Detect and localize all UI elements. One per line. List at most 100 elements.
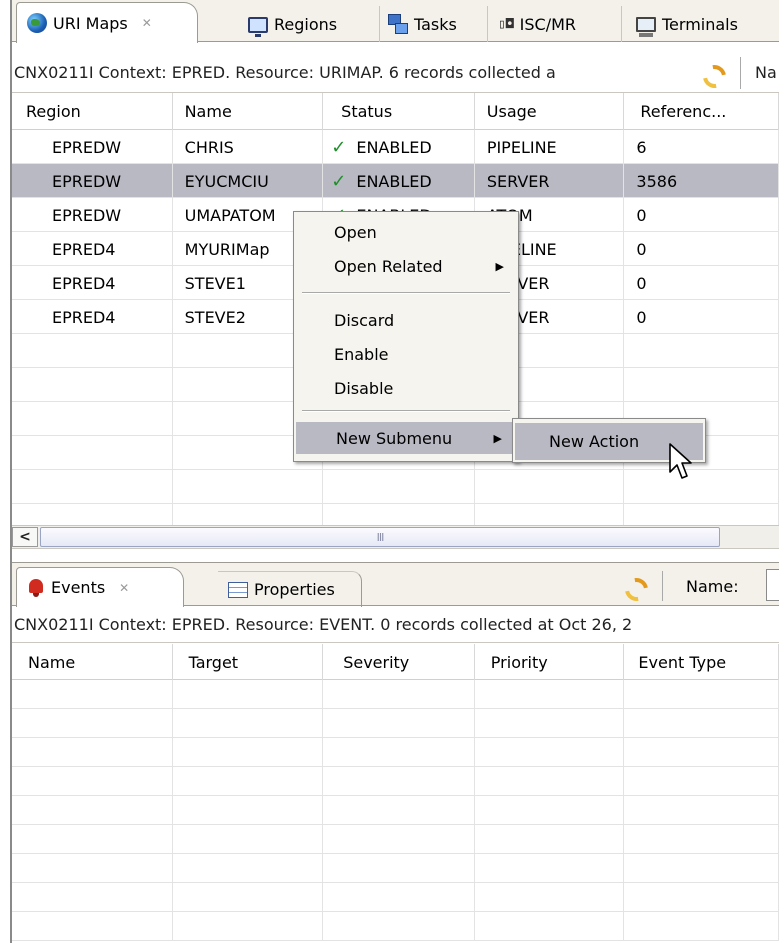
cell-ref <box>624 334 779 368</box>
tab-terminals[interactable]: Terminals <box>622 6 779 42</box>
menu-separator <box>302 410 510 412</box>
table-row[interactable]: EPREDW EYUCMCIU ✓ ENABLED SERVER 3586 <box>12 164 779 198</box>
column-header-reference[interactable]: Referenc... <box>624 93 779 130</box>
mouse-cursor-icon <box>669 443 692 479</box>
cell-region: EPRED4 <box>12 232 173 266</box>
cell-status <box>323 470 475 504</box>
column-header-name[interactable]: Name <box>173 93 324 130</box>
tab-terminals-label: Terminals <box>662 14 738 34</box>
table-row <box>12 825 779 854</box>
top-name-label: Na <box>755 63 777 82</box>
table-row <box>12 680 779 709</box>
table-cell <box>173 738 324 767</box>
menu-item-new-submenu-label: New Submenu <box>336 428 453 448</box>
column-header-target[interactable]: Target <box>173 644 324 680</box>
cell-name: EYUCMCIU <box>173 164 324 198</box>
table-cell <box>173 854 324 883</box>
table-row <box>12 883 779 912</box>
horizontal-scrollbar[interactable]: < III <box>12 525 779 549</box>
column-header-priority[interactable]: Priority <box>475 644 625 680</box>
tab-regions[interactable]: Regions <box>238 6 380 42</box>
table-cell <box>173 825 324 854</box>
table-cell <box>475 680 625 709</box>
column-header-usage[interactable]: Usage <box>475 93 625 130</box>
submenu-arrow-icon: ▶ <box>495 259 504 273</box>
bottom-status-text: CNX0211I Context: EPRED. Resource: EVENT… <box>14 615 633 634</box>
table-cell <box>624 709 779 738</box>
menu-item-disable[interactable]: Disable <box>294 372 518 404</box>
tab-events[interactable]: Events ✕ <box>16 567 184 607</box>
cell-region: EPREDW <box>12 130 173 164</box>
menu-item-new-submenu[interactable]: New Submenu ▶ <box>296 422 516 454</box>
toolbar-separator <box>662 571 663 601</box>
table-row[interactable]: EPREDW CHRIS ✓ ENABLED PIPELINE 6 <box>12 130 779 164</box>
cell-ref: 0 <box>624 232 779 266</box>
table-cell <box>323 709 475 738</box>
cell-region: EPREDW <box>12 198 173 232</box>
table-cell <box>12 883 173 912</box>
menu-item-open-related-label: Open Related <box>334 256 443 276</box>
close-icon[interactable]: ✕ <box>119 581 129 595</box>
table-cell <box>475 796 625 825</box>
check-icon: ✓ <box>331 170 347 192</box>
column-header-region[interactable]: Region <box>12 93 173 130</box>
table-cell <box>475 912 625 941</box>
table-cell <box>173 796 324 825</box>
cics-explorer-window: URI Maps ✕ Regions Tasks ▯◘ ISC/MR Termi… <box>10 0 779 943</box>
cell-ref: 0 <box>624 300 779 334</box>
table-cell <box>173 709 324 738</box>
table-cell <box>624 883 779 912</box>
tab-events-label: Events <box>51 578 106 597</box>
cell-name <box>173 470 324 504</box>
name-filter-input[interactable] <box>766 569 779 601</box>
events-table: Name Target Severity Priority Event Type <box>12 644 779 943</box>
table-cell <box>475 738 625 767</box>
close-icon[interactable]: ✕ <box>142 16 152 30</box>
column-header-name[interactable]: Name <box>12 644 173 680</box>
refresh-icon[interactable] <box>622 575 646 597</box>
tab-regions-label: Regions <box>274 14 338 34</box>
column-header-event-type[interactable]: Event Type <box>624 644 779 680</box>
table-cell <box>323 738 475 767</box>
table-cell <box>173 680 324 709</box>
cell-usage <box>475 504 625 525</box>
cell-usage <box>475 470 625 504</box>
table-row <box>12 504 779 525</box>
cell-ref <box>624 504 779 525</box>
menu-item-open[interactable]: Open <box>294 216 518 248</box>
cell-region: EPRED4 <box>12 300 173 334</box>
column-header-severity[interactable]: Severity <box>323 644 475 680</box>
menu-separator <box>302 292 510 294</box>
menu-item-discard[interactable]: Discard <box>294 304 518 336</box>
bell-icon <box>27 578 45 598</box>
menu-item-enable[interactable]: Enable <box>294 338 518 370</box>
tab-properties-label: Properties <box>254 580 335 599</box>
terminal-icon <box>636 16 656 37</box>
cell-name <box>173 504 324 525</box>
context-menu: Open Open Related ▶ Discard Enable Disab… <box>293 211 519 462</box>
table-cell <box>323 825 475 854</box>
tab-isc-mr-label: ISC/MR <box>519 14 577 34</box>
isc-icon: ▯◘ <box>498 16 514 32</box>
submenu-arrow-icon: ▶ <box>493 431 502 445</box>
tab-tasks[interactable]: Tasks <box>380 6 488 42</box>
tasks-icon <box>388 14 408 34</box>
cell-ref <box>624 368 779 402</box>
tab-isc-mr[interactable]: ▯◘ ISC/MR <box>488 6 622 42</box>
table-cell <box>624 767 779 796</box>
cell-region: EPRED4 <box>12 266 173 300</box>
refresh-icon[interactable] <box>700 62 724 84</box>
cell-ref: 0 <box>624 198 779 232</box>
bottom-tab-bar: Events ✕ Properties Name: <box>12 562 779 607</box>
column-header-status[interactable]: Status <box>323 93 475 130</box>
tab-properties[interactable]: Properties <box>218 571 362 607</box>
table-cell <box>624 680 779 709</box>
table-cell <box>173 883 324 912</box>
scroll-thumb[interactable]: III <box>40 527 720 547</box>
menu-item-open-related[interactable]: Open Related ▶ <box>294 250 518 282</box>
table-cell <box>323 767 475 796</box>
tab-uri-maps[interactable]: URI Maps ✕ <box>16 2 198 43</box>
table-cell <box>624 825 779 854</box>
scroll-left-icon[interactable]: < <box>12 527 38 547</box>
cell-region <box>12 504 173 525</box>
